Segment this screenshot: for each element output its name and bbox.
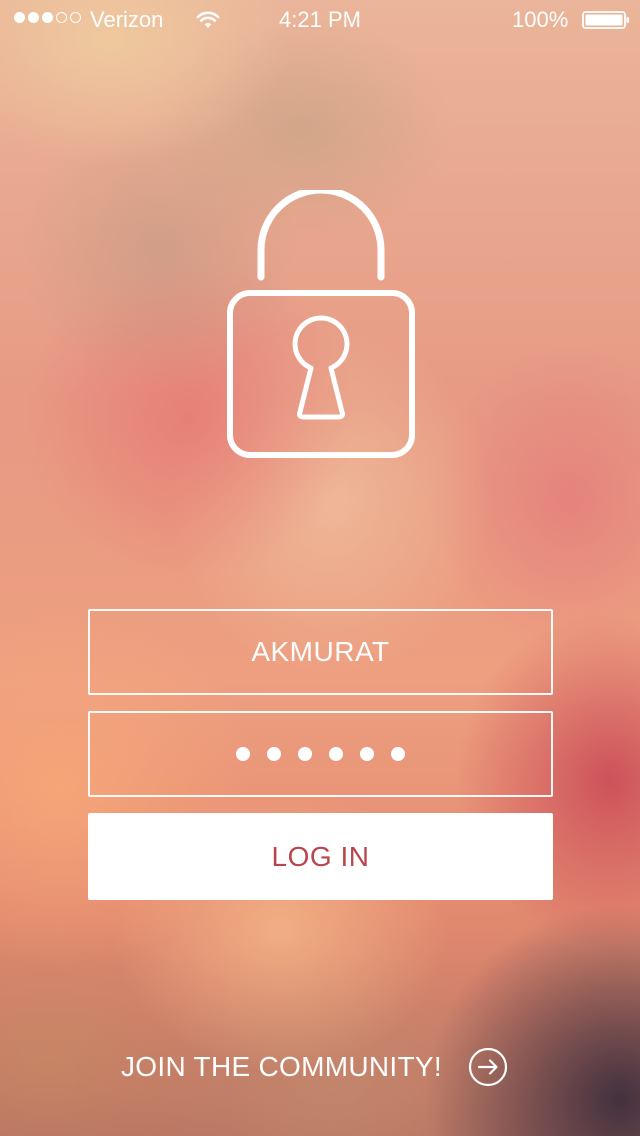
join-community-label: JOIN THE COMMUNITY! [121,1051,442,1082]
password-field[interactable] [88,711,553,797]
login-button[interactable]: LOG IN [88,813,553,900]
username-value: AKMURAT [251,636,390,667]
battery-percentage: 100% [512,7,569,32]
username-field[interactable]: AKMURAT [88,609,553,695]
password-dot [391,747,405,761]
password-dot [360,747,374,761]
blurred-background [0,0,640,1136]
padlock-icon [227,190,415,458]
password-dot [236,747,250,761]
password-dot [329,747,343,761]
battery-icon [582,11,629,29]
password-dot [298,747,312,761]
status-bar: Verizon 4:21 PM 100% [0,0,640,40]
login-button-label: LOG IN [271,840,370,872]
join-community-link[interactable]: JOIN THE COMMUNITY! [121,1045,508,1089]
password-mask [236,747,405,761]
arrow-right-circle-icon[interactable] [468,1047,508,1087]
password-dot [267,747,281,761]
